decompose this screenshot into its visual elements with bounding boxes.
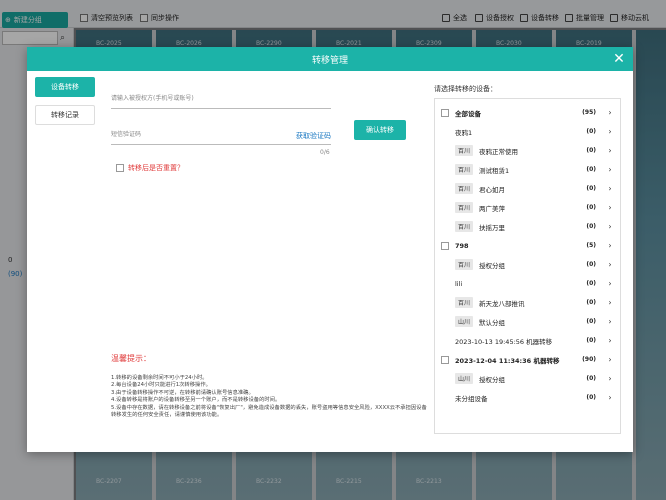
device-subgroup-row[interactable]: 山川 默认分组 (0) › <box>441 312 614 331</box>
modal-header: 转移管理 ✕ <box>27 47 633 71</box>
chevron-right-icon[interactable]: › <box>606 127 614 136</box>
group-count: (0) <box>586 128 596 135</box>
group-name: 2023-10-13 19:45:56 机器转移 <box>455 337 553 346</box>
group-tag: 百川 <box>455 183 474 194</box>
group-tag: 百川 <box>455 221 474 232</box>
tab-device-transfer[interactable]: 设备转移 <box>35 77 95 97</box>
device-subgroup-row[interactable]: 夜鸦1 (0) › <box>441 122 614 141</box>
device-subgroup-row[interactable]: 百川 君心如月 (0) › <box>441 179 614 198</box>
device-group-row[interactable]: 全部设备 (95) › <box>441 103 614 122</box>
chevron-right-icon[interactable]: › <box>606 317 614 326</box>
device-subgroup-row[interactable]: 百川 新天龙八部推讯 (0) › <box>441 293 614 312</box>
chevron-right-icon[interactable]: › <box>606 260 614 269</box>
code-counter: 0/6 <box>320 149 330 156</box>
group-name: 测试租赁1 <box>479 166 510 175</box>
transfer-modal: 转移管理 ✕ 设备转移 转移记录 请输入被授权方(手机号或账号) 短信验证码 获… <box>27 47 633 452</box>
chevron-right-icon[interactable]: › <box>606 203 614 212</box>
group-tag: 百川 <box>455 259 474 270</box>
group-name: 君心如月 <box>479 185 506 194</box>
tips-list: 1.转移的设备剩余时间不可小于24小时。 2.每台设备24小时只能进行1次转移操… <box>111 375 431 419</box>
chevron-right-icon[interactable]: › <box>606 336 614 345</box>
group-tag: 山川 <box>455 316 474 327</box>
group-tag: 山川 <box>455 373 474 384</box>
group-count: (5) <box>586 242 596 249</box>
tip-line: 5.设备中存在数据，请在转移设备之前将设备"恢复出厂"，避免造成设备数据的丢失，… <box>111 404 427 419</box>
group-count: (0) <box>586 394 596 401</box>
tip-line: 4.设备转移是将账户的设备转移至另一个账户，而不是转移设备的时间。 <box>111 397 281 404</box>
device-group-row[interactable]: 798 (5) › <box>441 236 614 255</box>
group-count: (0) <box>586 204 596 211</box>
group-tag: 百川 <box>455 297 474 308</box>
group-count: (0) <box>586 375 596 382</box>
group-name: 夜鸦正常使用 <box>479 147 519 156</box>
device-subgroup-row[interactable]: 未分组设备 (0) › <box>441 388 614 407</box>
get-code-link[interactable]: 获取验证码 <box>296 131 331 141</box>
chevron-right-icon[interactable]: › <box>606 108 614 117</box>
checkbox-icon[interactable] <box>441 355 449 364</box>
chevron-right-icon[interactable]: › <box>606 184 614 193</box>
tips-title: 温馨提示： <box>111 354 151 363</box>
device-list-title: 请选择转移的设备： <box>434 85 497 93</box>
group-count: (0) <box>586 261 596 268</box>
device-list: 全部设备 (95) › 夜鸦1 (0) › 百川 夜鸦正常使用 (0) › 百川 测试租赁1 (0) › 百… <box>434 98 621 434</box>
group-name: 798 <box>455 241 469 250</box>
group-name: 夜鸦1 <box>455 128 473 137</box>
chevron-right-icon[interactable]: › <box>606 241 614 250</box>
group-name: 全部设备 <box>455 109 481 118</box>
group-name: 默认分组 <box>479 318 506 327</box>
group-name: 授权分组 <box>479 261 506 270</box>
group-count: (0) <box>586 280 596 287</box>
sms-code-input[interactable]: 短信验证码 获取验证码 <box>111 129 331 145</box>
device-subgroup-row[interactable]: 百川 测试租赁1 (0) › <box>441 160 614 179</box>
group-name: 新天龙八部推讯 <box>479 299 525 308</box>
group-count: (0) <box>586 166 596 173</box>
group-count: (95) <box>582 109 596 116</box>
chevron-right-icon[interactable]: › <box>606 279 614 288</box>
chevron-right-icon[interactable]: › <box>606 146 614 155</box>
tip-line: 2.每台设备24小时只能进行1次转移操作。 <box>111 382 211 389</box>
checkbox-icon[interactable] <box>441 108 449 117</box>
device-subgroup-row[interactable]: lili (0) › <box>441 274 614 293</box>
device-subgroup-row[interactable]: 百川 两广美萍 (0) › <box>441 198 614 217</box>
reset-option-label: 转移后是否重置？ <box>128 164 184 172</box>
chevron-right-icon[interactable]: › <box>606 222 614 231</box>
group-count: (90) <box>582 356 596 363</box>
group-count: (0) <box>586 337 596 344</box>
group-tag: 百川 <box>455 164 474 175</box>
group-name: 授权分组 <box>479 375 506 384</box>
group-name: 未分组设备 <box>455 394 488 403</box>
group-name: 扶摇万里 <box>479 223 506 232</box>
group-count: (0) <box>586 318 596 325</box>
device-group-row[interactable]: 2023-12-04 11:34:36 机器转移 (90) › <box>441 350 614 369</box>
group-name: 两广美萍 <box>479 204 506 213</box>
tab-transfer-records[interactable]: 转移记录 <box>35 105 95 125</box>
sms-code-placeholder: 短信验证码 <box>111 131 142 138</box>
group-count: (0) <box>586 185 596 192</box>
chevron-right-icon[interactable]: › <box>606 298 614 307</box>
modal-title: 转移管理 <box>311 55 348 66</box>
device-subgroup-row[interactable]: 2023-10-13 19:45:56 机器转移 (0) › <box>441 331 614 350</box>
chevron-right-icon[interactable]: › <box>606 393 614 402</box>
group-name: lili <box>455 279 463 288</box>
group-count: (0) <box>586 223 596 230</box>
checkbox-icon[interactable] <box>441 241 449 250</box>
group-tag: 百川 <box>455 145 474 156</box>
tab-column: 设备转移 转移记录 <box>35 77 95 133</box>
checkbox-icon <box>116 164 124 172</box>
reset-after-transfer-checkbox[interactable]: 转移后是否重置？ <box>116 163 184 173</box>
confirm-transfer-button[interactable]: 确认转移 <box>354 120 406 140</box>
device-subgroup-row[interactable]: 百川 夜鸦正常使用 (0) › <box>441 141 614 160</box>
close-icon[interactable]: ✕ <box>611 51 627 67</box>
chevron-right-icon[interactable]: › <box>606 374 614 383</box>
device-subgroup-row[interactable]: 百川 扶摇万里 (0) › <box>441 217 614 236</box>
group-count: (0) <box>586 147 596 154</box>
target-account-input[interactable]: 请输入被授权方(手机号或账号) <box>111 93 331 109</box>
chevron-right-icon[interactable]: › <box>606 355 614 364</box>
group-tag: 百川 <box>455 202 474 213</box>
device-subgroup-row[interactable]: 百川 授权分组 (0) › <box>441 255 614 274</box>
chevron-right-icon[interactable]: › <box>606 165 614 174</box>
group-name: 2023-12-04 11:34:36 机器转移 <box>455 356 560 365</box>
group-count: (0) <box>586 299 596 306</box>
device-subgroup-row[interactable]: 山川 授权分组 (0) › <box>441 369 614 388</box>
